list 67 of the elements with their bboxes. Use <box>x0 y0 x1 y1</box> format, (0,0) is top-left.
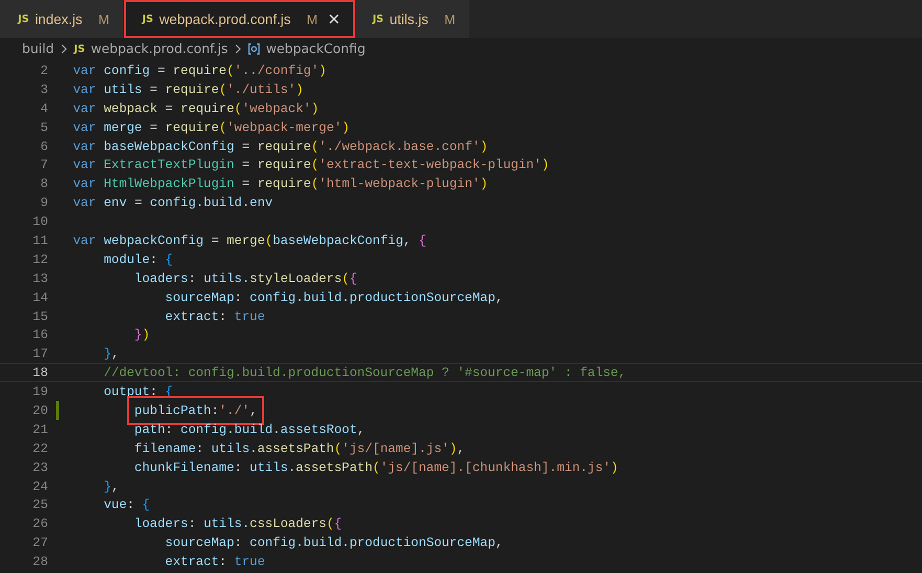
code-line: var baseWebpackConfig = require('./webpack.base.conf') <box>73 138 488 154</box>
file-type-icon: JS <box>74 44 85 54</box>
line-number: 20 <box>32 402 48 418</box>
code-line: extract: true <box>164 308 265 324</box>
variable-symbol-icon <box>248 43 260 55</box>
breadcrumb-item[interactable]: build <box>22 42 54 56</box>
line-number: 24 <box>32 478 48 494</box>
code-line: filename: utils.assetsPath('js/[name].js'), <box>133 440 465 456</box>
line-number: 2 <box>39 62 48 78</box>
chevron-icon <box>60 44 68 54</box>
line-number: 28 <box>32 554 48 570</box>
line-number: 4 <box>39 100 48 116</box>
code-line: }) <box>133 327 150 342</box>
line-number: 7 <box>39 157 48 172</box>
code-line: var webpack = require('webpack') <box>73 100 319 116</box>
line-number: 15 <box>32 308 48 324</box>
code-line: }, <box>102 478 120 494</box>
file-type-icon: JS <box>18 14 29 24</box>
breadcrumb-item[interactable]: webpack.prod.conf.js <box>90 42 228 56</box>
line-number: 13 <box>32 270 48 286</box>
editor-tab[interactable]: JS utils.js M <box>354 0 470 38</box>
code-line: var ExtractTextPlugin = require('extract-text-webpack-plugin') <box>73 157 550 172</box>
line-number: 6 <box>39 138 48 154</box>
line-number: 12 <box>32 252 48 267</box>
line-number: 26 <box>32 516 48 532</box>
chevron-icon <box>234 44 242 54</box>
line-number: 8 <box>39 176 48 192</box>
code-line: var env = config.build.env <box>73 195 273 210</box>
code-line: loaders: utils.styleLoaders({ <box>133 270 358 286</box>
line-number: 25 <box>32 497 48 512</box>
line-number: 22 <box>32 440 48 456</box>
line-number: 14 <box>32 290 48 305</box>
line-number: 27 <box>32 535 48 550</box>
code-line: var utils = require('./utils') <box>73 82 304 97</box>
code-line: var config = require('../config') <box>73 62 326 78</box>
code-line: }, <box>102 346 120 362</box>
line-number: 9 <box>39 195 48 210</box>
code-line: module: { <box>102 252 173 267</box>
git-status-letter: M <box>98 12 110 26</box>
code-line: sourceMap: config.build.productionSourceMap, <box>164 290 504 305</box>
code-line: extract: true <box>164 554 265 570</box>
code-line: var HtmlWebpackPlugin = require('html-webpack-plugin') <box>73 176 488 192</box>
git-status-letter: M <box>444 12 456 26</box>
file-type-icon: JS <box>142 14 154 24</box>
breadcrumb-item[interactable]: webpackConfig <box>266 42 366 56</box>
code-line: var merge = require('webpack-merge') <box>73 120 350 135</box>
line-number: 10 <box>32 214 48 230</box>
line-number: 17 <box>32 346 48 362</box>
editor-tab[interactable]: JS index.js M <box>0 0 124 38</box>
line-number: 16 <box>32 327 48 342</box>
code-line: //devtool: config.build.productionSourceMap ? '#source-map' : false, <box>102 365 626 380</box>
editor-tab[interactable]: JS webpack.prod.conf.js M <box>124 0 355 38</box>
line-number: 19 <box>32 384 48 400</box>
code-line: vue: { <box>102 497 150 512</box>
git-status-letter: M <box>306 12 318 26</box>
code-line: loaders: utils.cssLoaders({ <box>133 516 342 532</box>
file-type-icon: JS <box>372 14 384 24</box>
code-line: chunkFilename: utils.assetsPath('js/[name].[chunkhash].min.js') <box>133 460 618 475</box>
line-number: 18 <box>32 365 48 380</box>
close-icon[interactable] <box>328 13 340 25</box>
code-line: sourceMap: config.build.productionSourceMap, <box>164 535 504 550</box>
line-number: 21 <box>32 422 48 437</box>
line-number: 5 <box>39 120 48 135</box>
code-line: var webpackConfig = merge(baseWebpackConfig, { <box>73 232 426 248</box>
line-number: 23 <box>32 460 48 475</box>
line-number: 11 <box>32 232 48 248</box>
line-number: 3 <box>39 82 48 97</box>
